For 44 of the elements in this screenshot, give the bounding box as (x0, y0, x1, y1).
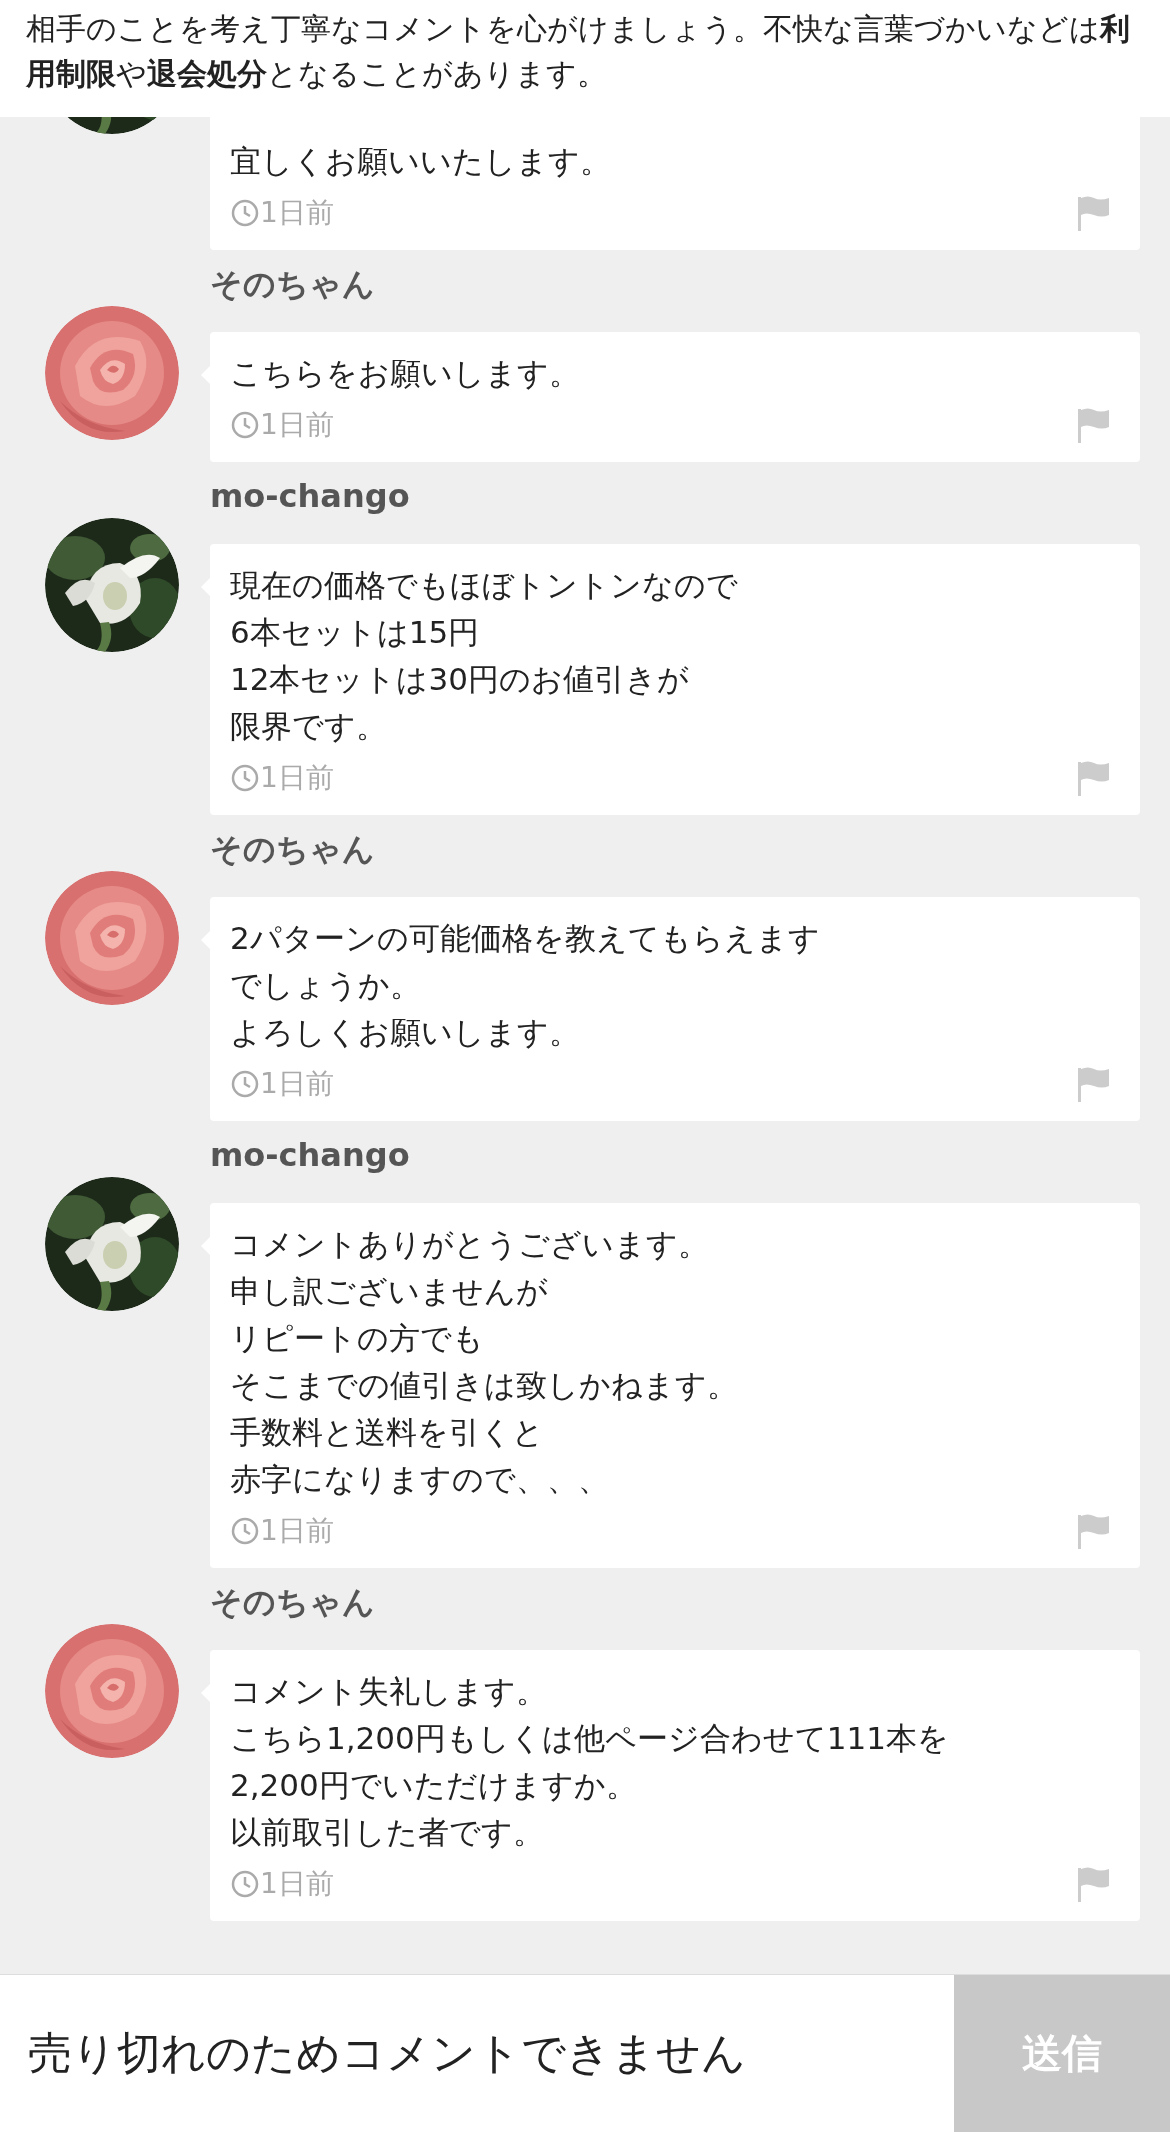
comment-line: 限界です。 (230, 707, 387, 746)
user-name[interactable]: そのちゃん (210, 1582, 375, 1622)
flag-icon[interactable] (1076, 759, 1110, 796)
comment-line: 12本セットは30円のお値引きが (230, 660, 689, 699)
user-name[interactable]: そのちゃん (210, 829, 375, 869)
comment-line: 以前取引した者です。 (230, 1813, 544, 1852)
user-name[interactable]: mo-chango (210, 1135, 410, 1175)
flag-icon[interactable] (1076, 1512, 1110, 1549)
user-name[interactable]: そのちゃん (210, 264, 375, 304)
comment-line: コメント失礼します。 (230, 1672, 547, 1711)
clock-icon (230, 1515, 260, 1546)
comment-line: 2パターンの可能価格を教えてもらえます (230, 919, 820, 958)
comment-disabled-message: 売り切れのためコメントできません (28, 2026, 746, 2080)
comment-line: 申し訳ございませんが (230, 1272, 548, 1311)
clock-icon (230, 762, 260, 793)
comment-line: そこまでの値引きは致しかねます。 (230, 1366, 738, 1405)
clock-icon (230, 197, 260, 228)
comment-time: 1日前 (260, 759, 334, 796)
comment-time: 1日前 (260, 1865, 334, 1902)
user-name[interactable]: mo-chango (210, 476, 410, 516)
comment-line: コメントありがとうございます。 (230, 1225, 709, 1264)
comment-line: 手数料と送料を引くと (230, 1413, 544, 1452)
comment-line: 宜しくお願いいたします。 (230, 142, 611, 181)
comment-line: リピートの方でも (230, 1319, 484, 1358)
clock-icon (230, 1868, 260, 1899)
comment-time: 1日前 (260, 406, 334, 443)
comment-line: こちら1,200円もしくは他ページ合わせて111本を (230, 1719, 949, 1758)
comment-line: 現在の価格でもほぼトントンなので (230, 566, 738, 605)
comment-time: 1日前 (260, 194, 334, 231)
flag-icon[interactable] (1076, 406, 1110, 443)
comment-line: こちらをお願いします。 (230, 354, 580, 393)
comment-time: 1日前 (260, 1512, 334, 1549)
flag-icon[interactable] (1076, 1865, 1110, 1902)
clock-icon (230, 1068, 260, 1099)
comment-line: でしょうか。 (230, 966, 421, 1005)
comment-time: 1日前 (260, 1065, 334, 1102)
comment-line: 赤字になりますので、、、 (230, 1460, 609, 1499)
clock-icon (230, 409, 260, 440)
flag-icon[interactable] (1076, 194, 1110, 231)
comment-line: 2,200円でいただけますか。 (230, 1766, 637, 1805)
comment-line: 6本セットは15円 (230, 613, 480, 652)
notice-text: 相手のことを考え丁寧なコメントを心がけましょう。不快な言葉づかいなどは利用制限や退会処分となることがあります。 (26, 10, 1131, 93)
comment-line: よろしくお願いします。 (230, 1013, 580, 1052)
flag-icon[interactable] (1076, 1065, 1110, 1102)
